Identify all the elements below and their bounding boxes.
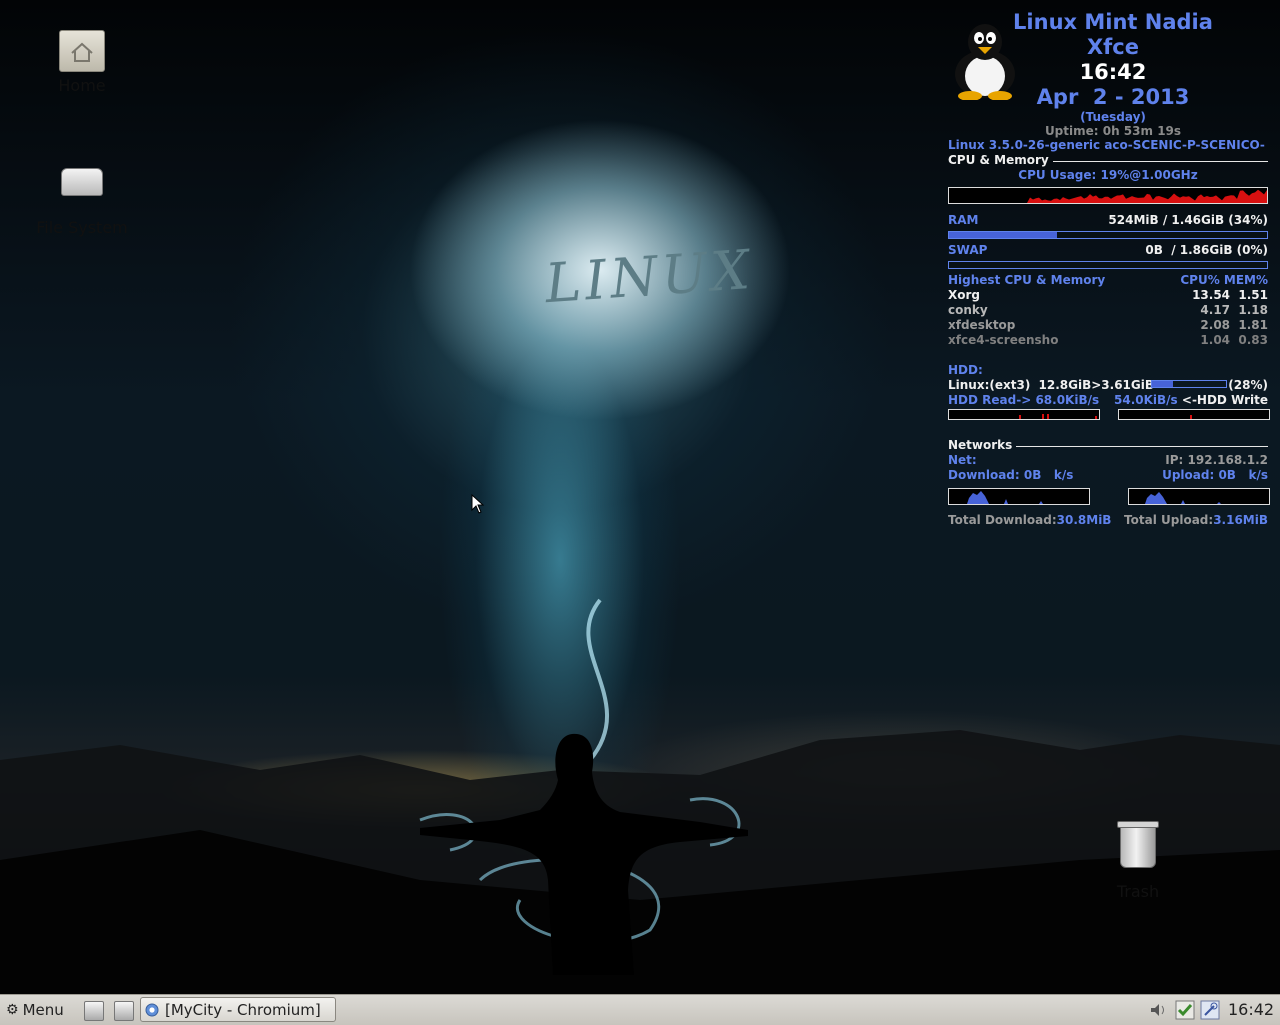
hdd-read-graph [948,409,1100,420]
desktop-icon-label: Trash [1116,882,1160,901]
hdd-bar [1151,380,1227,388]
process-row: conky 4.17 1.18 [948,303,1268,318]
menu-label: Menu [22,1001,64,1019]
top-processes-header: Highest CPU & Memory [948,273,1106,287]
net-label: Net: [948,453,977,467]
file-system-icon [61,168,103,196]
upload-label: Upload: [1162,468,1215,482]
desktop-icon-home[interactable]: Home [32,30,132,95]
update-shield-icon[interactable] [1175,1000,1195,1020]
process-row: Xorg 13.54 1.51 [948,288,1268,303]
ram-value: 524MiB / 1.46GiB (34%) [1108,213,1268,227]
hdd-write-label: <-HDD Write [1181,393,1268,407]
bottom-panel: ⚙ Menu [MyCity - Chromium] 16:42 [0,994,1280,1025]
download-value: 0B k/s [1023,468,1074,482]
total-download-value: 30.8MiB [1056,513,1112,527]
process-values: 4.17 1.18 [1200,303,1268,317]
gear-icon: ⚙ [6,1002,19,1018]
hdd-read-label: HDD Read-> [948,393,1032,407]
screenshot-launcher-icon[interactable] [84,1001,104,1021]
hdd-write-value: 54.0KiB/s [1114,393,1178,407]
uptime: Uptime: 0h 53m 19s [1044,124,1182,138]
mouse-pointer-icon [471,494,485,514]
desktop-environment: Xfce [1086,35,1140,59]
upload-graph [1128,488,1270,505]
volume-icon[interactable] [1148,1000,1168,1020]
chromium-icon [145,1003,159,1016]
conky-time: 16:42 [1079,60,1147,84]
file-manager-launcher-icon[interactable] [114,1001,134,1021]
download-graph [948,488,1090,505]
hdd-bar-fill [1152,381,1173,387]
cpu-memory-header: CPU & Memory [948,153,1049,167]
cpu-usage: CPU Usage: 19%@1.00GHz [1018,168,1198,182]
total-download-label: Total Download: [948,513,1057,527]
network-tool-icon[interactable] [1200,1000,1220,1020]
upload-value: 0B k/s [1218,468,1268,482]
download-label: Download: [948,468,1020,482]
process-row: xfce4-screensho 1.04 0.83 [948,333,1268,348]
process-name: xfce4-screensho [948,333,1059,347]
ip-address: IP: 192.168.1.2 [1165,453,1268,467]
process-values: 13.54 1.51 [1192,288,1268,302]
task-label: [MyCity - Chromium] [165,1000,321,1019]
process-name: conky [948,303,988,317]
hdd-percent: (28%) [1228,378,1268,392]
process-row: xfdesktop 2.08 1.81 [948,318,1268,333]
distro-name: Linux Mint Nadia [1013,10,1213,34]
top-columns-header: CPU% MEM% [1180,273,1268,287]
swap-label: SWAP [948,243,988,257]
hdd-usage: 12.8GiB>3.61GiB [1038,378,1155,392]
taskbar-item-chromium[interactable]: [MyCity - Chromium] [140,997,336,1022]
header-rule [1053,161,1268,162]
process-name: Xorg [948,288,981,302]
swap-bar [948,261,1268,269]
menu-button[interactable]: ⚙ Menu [6,1000,64,1020]
trash-icon [1117,821,1159,868]
desktop-icon-file-system[interactable]: File System [32,168,132,237]
cpu-graph [948,187,1268,204]
panel-clock: 16:42 [1228,1000,1275,1019]
swap-value: 0B / 1.86GiB (0%) [1145,243,1268,257]
hdd-header: HDD: [948,363,983,377]
kernel-info: Linux 3.5.0-26-generic aco-SCENIC-P-SCEN… [948,138,1265,152]
conky-date: Apr 2 - 2013 [1036,85,1190,109]
process-values: 1.04 0.83 [1200,333,1268,347]
ram-bar [948,231,1268,239]
desktop-icon-label: Home [58,76,106,95]
desktop-icon-label: File System [36,218,128,237]
ram-label: RAM [948,213,979,227]
hdd-label: Linux:(ext3) [948,378,1031,392]
total-upload-label: Total Upload: [1124,513,1214,527]
conky-weekday: (Tuesday) [1080,110,1146,124]
hdd-write-graph [1118,409,1270,420]
total-upload-value: 3.16MiB [1213,513,1268,527]
ram-bar-fill [949,232,1058,238]
hdd-read-value: 68.0KiB/s [1035,393,1100,407]
process-values: 2.08 1.81 [1200,318,1268,332]
cpu-graph-plot [949,189,1267,203]
process-name: xfdesktop [948,318,1016,332]
desktop-icon-trash[interactable]: Trash [1088,821,1188,901]
home-folder-icon [59,30,105,72]
header-rule [1016,446,1268,447]
